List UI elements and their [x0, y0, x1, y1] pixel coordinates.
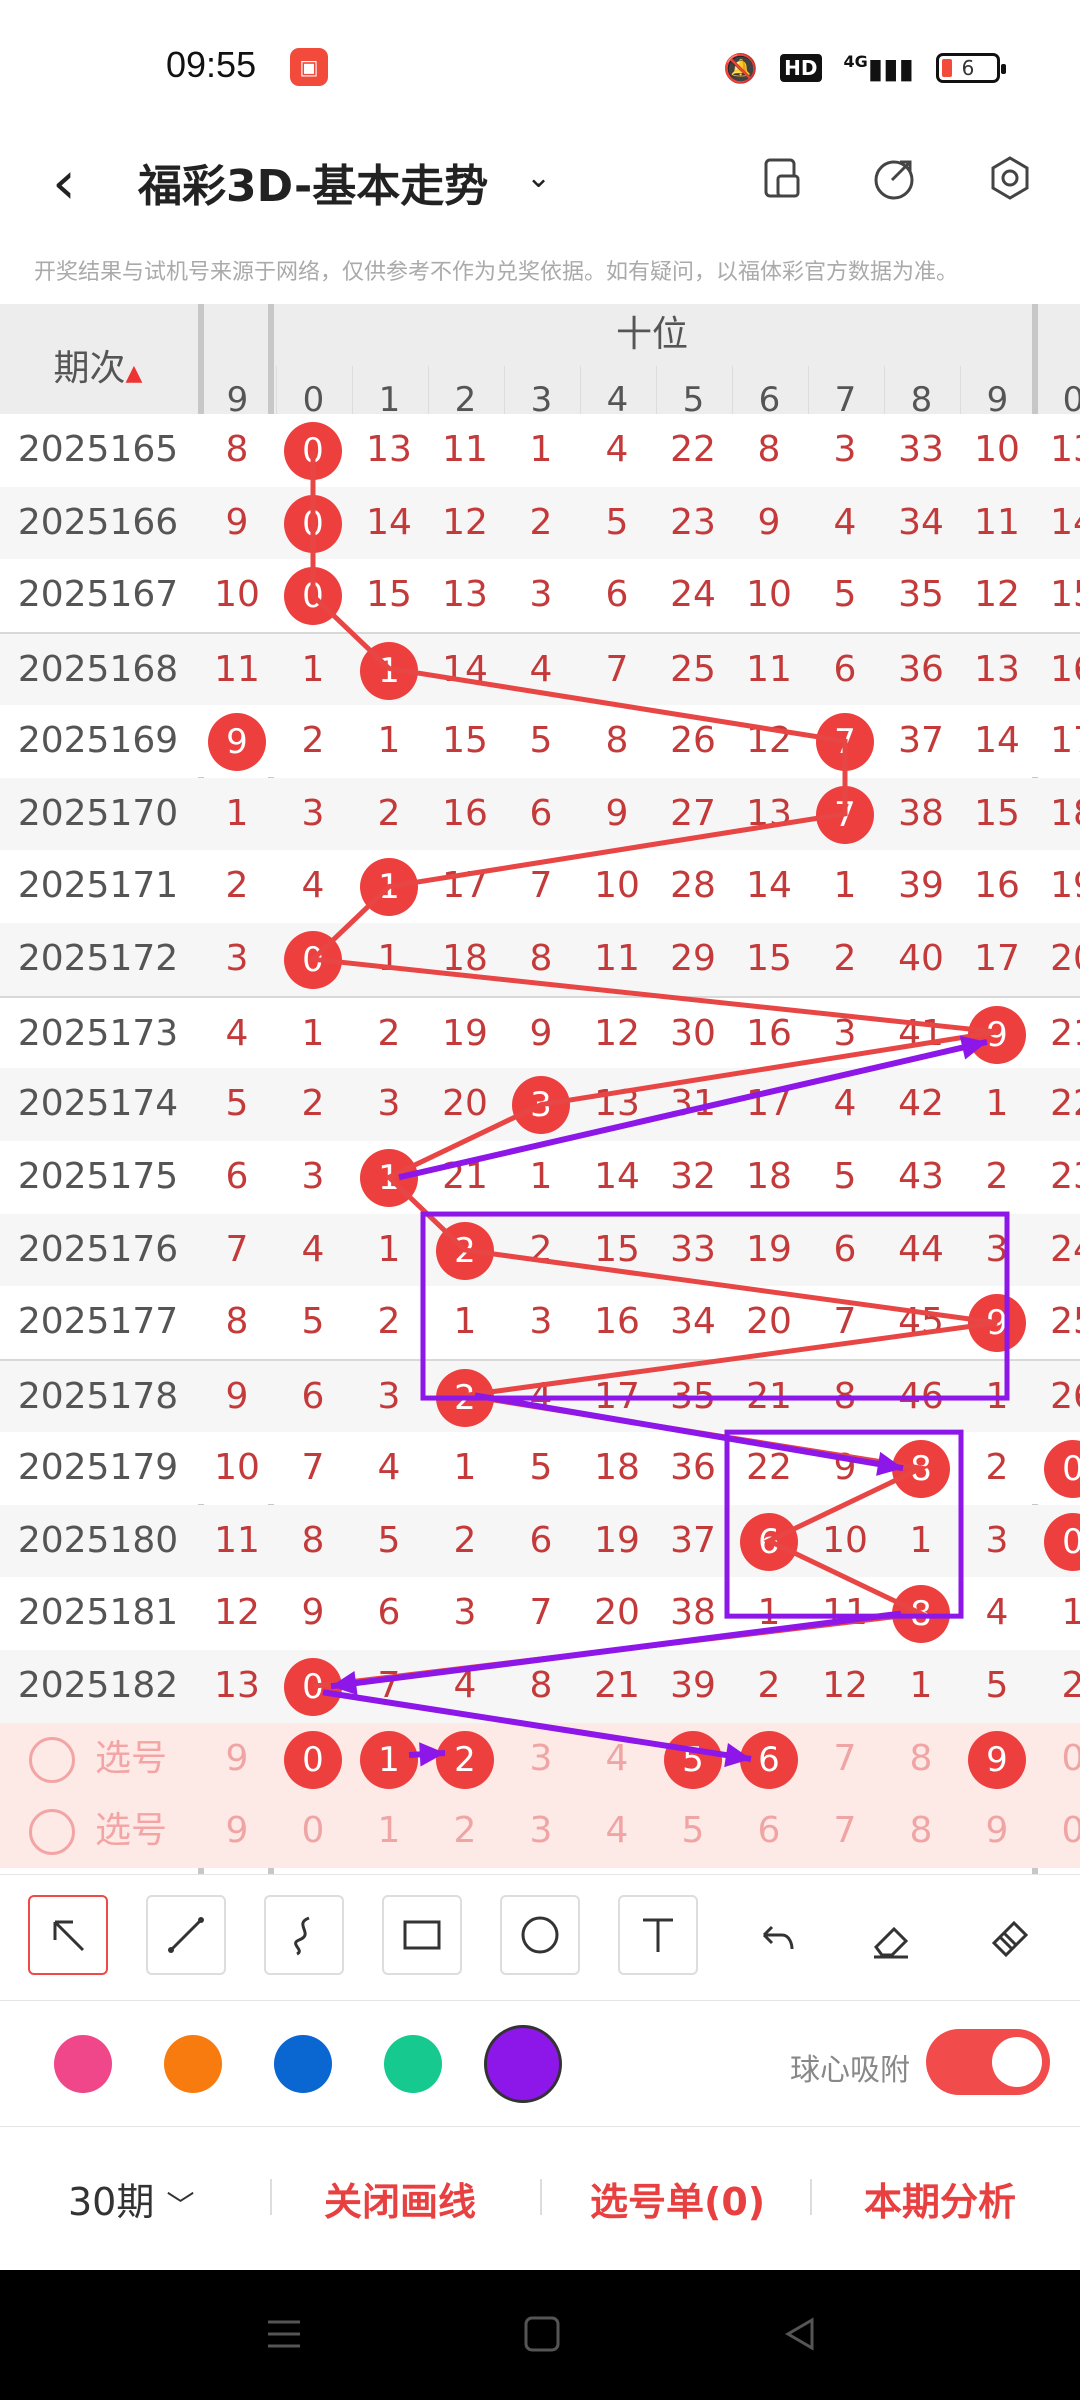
pointer-tool[interactable]: [28, 1895, 108, 1975]
separator: [540, 2179, 542, 2215]
drawn-arrowhead: [419, 1742, 445, 1767]
app-notification-icon: ▣: [290, 48, 328, 86]
bottom-action-bar: 30期 ﹀ 关闭画线 选号单(0) 本期分析: [0, 2126, 1080, 2270]
analysis-button[interactable]: 本期分析: [864, 2171, 1016, 2226]
period-count-label: 30期: [68, 2180, 155, 2224]
page-title[interactable]: 福彩3D-基本走势: [138, 150, 488, 214]
trend-table: 期次▲ 十位 901234567890 2025165 8 0 13 11 1 4 22 8 3 3…: [0, 304, 1080, 1874]
line-tool[interactable]: [146, 1895, 226, 1975]
color-swatch[interactable]: [164, 2035, 222, 2093]
drawn-arrow[interactable]: [398, 1039, 988, 1181]
drawn-arrow[interactable]: [322, 1689, 752, 1762]
layout-icon[interactable]: [752, 148, 812, 208]
drawn-arrowhead: [959, 1035, 987, 1060]
share-icon[interactable]: [864, 148, 924, 208]
drawn-arrowhead: [724, 1743, 751, 1768]
snap-toggle[interactable]: [926, 2029, 1050, 2095]
curve-tool[interactable]: [264, 1895, 344, 1975]
color-swatch[interactable]: [54, 2035, 112, 2093]
rectangle-tool[interactable]: [382, 1895, 462, 1975]
color-swatch[interactable]: [484, 2025, 562, 2103]
menu-icon[interactable]: [262, 2312, 306, 2360]
snap-label: 球心吸附: [790, 2053, 910, 2088]
color-swatch[interactable]: [274, 2035, 332, 2093]
system-navigation-bar: [0, 2270, 1080, 2400]
undo-icon[interactable]: [740, 1905, 810, 1975]
back-icon[interactable]: [778, 2312, 822, 2360]
signal-icon: 4G▮▮▮: [843, 51, 915, 85]
separator: [810, 2179, 812, 2215]
drawing-overlay[interactable]: [0, 304, 1080, 1874]
battery-level: 6: [961, 56, 975, 80]
close-lines-button[interactable]: 关闭画线: [324, 2171, 476, 2226]
color-picker: 球心吸附: [0, 2000, 1080, 2125]
home-icon[interactable]: [520, 2312, 564, 2360]
clear-brush-icon[interactable]: [974, 1905, 1044, 1975]
period-count-selector[interactable]: 30期 ﹀: [68, 2171, 194, 2226]
drawn-rectangle[interactable]: [420, 1211, 1010, 1401]
separator: [270, 2179, 272, 2215]
settings-icon[interactable]: [980, 148, 1040, 208]
mute-icon: 🔕: [723, 51, 759, 85]
battery-icon: 6: [936, 53, 1006, 83]
data-source-notice: 开奖结果与试机号来源于网络，仅供参考不作为兑奖依据。如有疑问，以福体彩官方数据为…: [34, 260, 959, 285]
selection-list-button[interactable]: 选号单(0): [590, 2171, 765, 2226]
back-arrow-icon[interactable]: ‹: [52, 148, 76, 218]
app-header: ‹ 福彩3D-基本走势 ⌄: [0, 130, 1080, 240]
network-type: 4G: [843, 51, 868, 71]
drawn-arrow[interactable]: [330, 1610, 902, 1690]
clock: 09:55: [166, 44, 257, 85]
eraser-icon[interactable]: [856, 1905, 926, 1975]
chevron-down-icon: ﹀: [166, 2189, 195, 2222]
drawing-toolbar: [0, 1874, 1080, 1999]
chevron-down-icon[interactable]: ⌄: [526, 160, 551, 195]
hd-icon: HD: [780, 54, 822, 82]
color-swatch[interactable]: [384, 2035, 442, 2093]
circle-tool[interactable]: [500, 1895, 580, 1975]
text-tool[interactable]: [618, 1895, 698, 1975]
status-bar: 09:55 ▣ 🔕 HD 4G▮▮▮ 6: [0, 0, 1080, 130]
trend-line: [307, 450, 998, 1689]
